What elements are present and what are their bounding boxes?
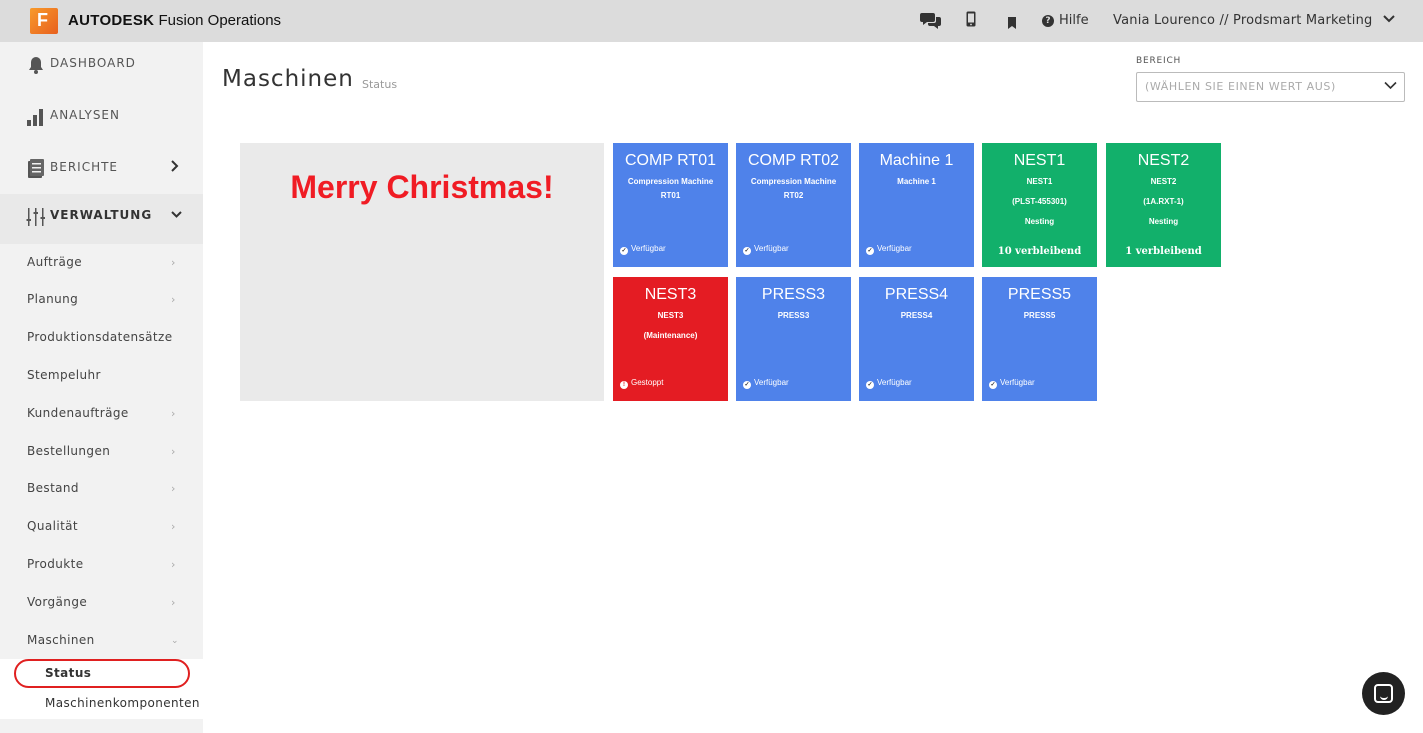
machine-tile-press5[interactable]: PRESS5 PRESS5 ✓ Verfügbar: [982, 277, 1097, 401]
check-icon: ✓: [620, 247, 628, 255]
sidebar-item-produkte[interactable]: Produkte ›: [0, 547, 203, 583]
help-icon: ?: [1042, 15, 1054, 27]
sidebar-item-bestand[interactable]: Bestand ›: [0, 471, 203, 507]
user-menu[interactable]: Vania Lourenco // Prodsmart Marketing: [1113, 13, 1372, 28]
bookmark-icon[interactable]: [1007, 14, 1017, 33]
bereich-label: BEREICH: [1136, 56, 1182, 66]
sidebar-item-vorgaenge[interactable]: Vorgänge ›: [0, 585, 203, 621]
page-title: Maschinen: [222, 66, 354, 92]
machine-tile-machine-1[interactable]: Machine 1 Machine 1 ✓ Verfügbar: [859, 143, 974, 267]
machine-tile-nest3[interactable]: NEST3 NEST3 (Maintenance) ! Gestoppt: [613, 277, 728, 401]
christmas-banner: Merry Christmas!: [240, 143, 604, 401]
status-highlight-ring: [14, 659, 190, 688]
report-icon: [26, 159, 46, 179]
nav-berichte[interactable]: BERICHTE: [0, 146, 203, 196]
chevron-right-icon: ›: [171, 520, 176, 533]
chevron-down-icon: [1384, 79, 1397, 93]
nav-analysen[interactable]: ANALYSEN: [0, 94, 203, 144]
machine-tile-press3[interactable]: PRESS3 PRESS3 ✓ Verfügbar: [736, 277, 851, 401]
chat-bubble-icon: [1374, 684, 1393, 703]
top-bar: F AUTODESK Fusion Operations ? Hilfe Vani…: [0, 0, 1423, 42]
mobile-icon[interactable]: [966, 11, 976, 31]
machine-tile-nest1[interactable]: NEST1 NEST1 (PLST-455301) Nesting 10 ver…: [982, 143, 1097, 267]
sidebar-item-kundenauftraege[interactable]: Kundenaufträge ›: [0, 396, 203, 432]
alert-icon: !: [620, 381, 628, 389]
check-icon: ✓: [866, 381, 874, 389]
chevron-right-icon: ›: [171, 596, 176, 609]
machine-tile-comp-rt02[interactable]: COMP RT02 Compression Machine RT02 ✓ Verf…: [736, 143, 851, 267]
chevron-right-icon: ›: [171, 558, 176, 571]
sidebar-item-auftraege[interactable]: Aufträge ›: [0, 245, 203, 281]
nav-dashboard[interactable]: DASHBOARD: [0, 42, 203, 92]
sidebar-item-stempeluhr[interactable]: Stempeluhr: [0, 358, 203, 394]
sidebar-item-qualitaet[interactable]: Qualität ›: [0, 509, 203, 545]
bar-chart-icon: [26, 107, 46, 127]
help-link[interactable]: ? Hilfe: [1042, 13, 1089, 28]
nav-verwaltung[interactable]: VERWALTUNG: [0, 194, 203, 244]
sidebar-item-bestellungen[interactable]: Bestellungen ›: [0, 434, 203, 470]
chevron-right-icon: ›: [171, 256, 176, 269]
sidebar-item-maschinen[interactable]: Maschinen ⌄: [0, 623, 203, 659]
machine-tile-nest2[interactable]: NEST2 NEST2 (1A.RXT-1) Nesting 1 verblei…: [1106, 143, 1221, 267]
bell-icon: [26, 55, 46, 75]
machine-tile-press4[interactable]: PRESS4 PRESS4 ✓ Verfügbar: [859, 277, 974, 401]
machine-tile-comp-rt01[interactable]: COMP RT01 Compression Machine RT01 ✓ Verf…: [613, 143, 728, 267]
chevron-right-icon: ›: [171, 407, 176, 420]
support-chat-button[interactable]: [1362, 672, 1405, 715]
chat-icon[interactable]: [920, 11, 942, 33]
check-icon: ✓: [743, 247, 751, 255]
brand-name: AUTODESK Fusion Operations: [68, 12, 282, 29]
sidebar: DASHBOARD ANALYSEN BERICHTE VERWALTUNG A…: [0, 42, 203, 733]
fusion-logo[interactable]: F: [30, 8, 58, 34]
chevron-right-icon: [171, 160, 179, 176]
check-icon: ✓: [743, 381, 751, 389]
sidebar-item-maschinenkomponenten[interactable]: Maschinenkomponenten: [0, 689, 203, 719]
sidebar-item-planung[interactable]: Planung ›: [0, 282, 203, 318]
chevron-right-icon: ›: [171, 445, 176, 458]
chevron-down-icon[interactable]: [1383, 12, 1395, 26]
sidebar-item-produktionsdatensaetze[interactable]: Produktionsdatensätze: [0, 320, 203, 356]
check-icon: ✓: [989, 381, 997, 389]
page-subtitle: Status: [362, 78, 398, 91]
sliders-icon: [26, 207, 46, 227]
chevron-right-icon: ›: [171, 482, 176, 495]
check-icon: ✓: [866, 247, 874, 255]
chevron-down-icon: ⌄: [171, 636, 179, 646]
chevron-down-icon: [171, 208, 182, 223]
chevron-right-icon: ›: [171, 293, 176, 306]
bereich-select[interactable]: (WÄHLEN SIE EINEN WERT AUS): [1136, 72, 1405, 102]
